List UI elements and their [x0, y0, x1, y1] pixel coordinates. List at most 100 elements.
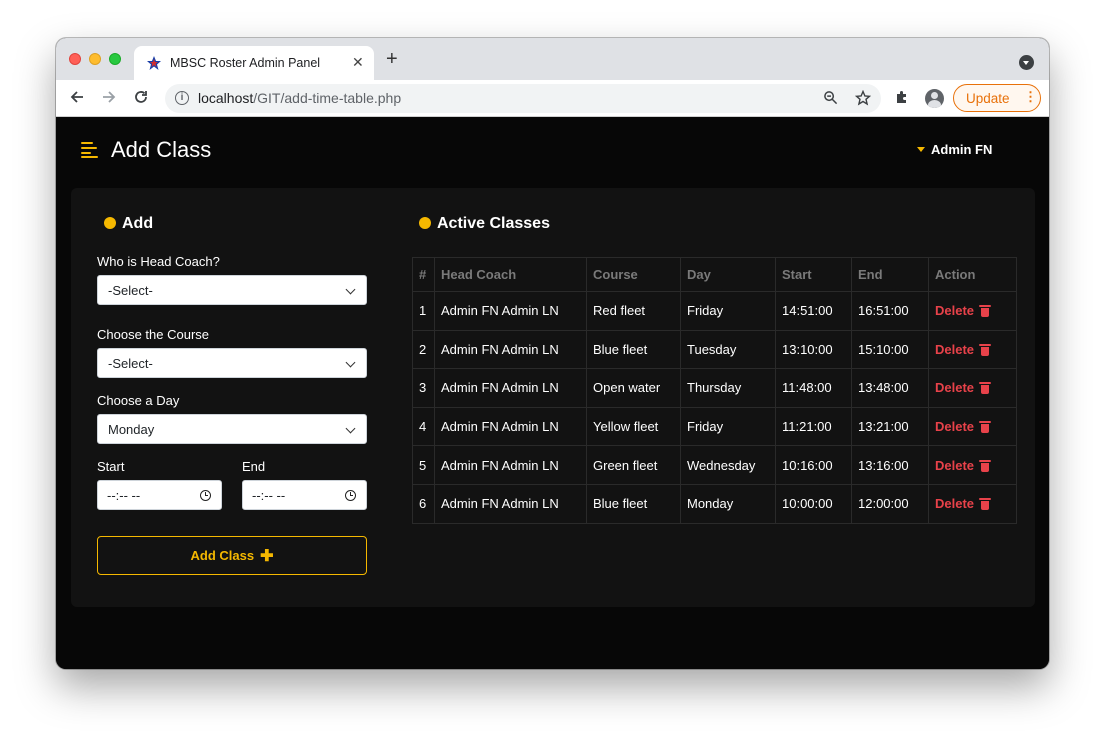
active-classes-label: Active Classes: [437, 215, 550, 232]
close-window-button[interactable]: [69, 53, 81, 65]
row-num: 4: [412, 406, 435, 447]
delete-label: Delete: [935, 341, 975, 357]
delete-label: Delete: [935, 457, 975, 473]
table-row: 4 Admin FN Admin LN Yellow fleet Friday …: [412, 406, 1017, 447]
tab-active[interactable]: MBSC Roster Admin Panel ✕: [134, 46, 374, 80]
chevron-down-icon: [345, 284, 356, 295]
bullet-dot-icon: [419, 217, 431, 229]
zoom-icon[interactable]: [823, 90, 838, 108]
table-row: 1 Admin FN Admin LN Red fleet Friday 14:…: [412, 291, 1017, 331]
delete-button[interactable]: Delete: [935, 457, 992, 473]
start-time-value: --:-- --: [107, 488, 141, 503]
minimize-window-button[interactable]: [89, 53, 101, 65]
maximize-window-button[interactable]: [109, 53, 121, 65]
row-start: 14:51:00: [775, 291, 852, 331]
row-start: 10:16:00: [775, 445, 852, 485]
tab-search-icon[interactable]: [1019, 55, 1034, 70]
row-action: Delete: [928, 329, 1017, 370]
caret-down-icon: [917, 147, 925, 152]
end-time-value: --:-- --: [252, 488, 286, 503]
address-url[interactable]: localhost/GIT/add-time-table.php: [198, 90, 401, 106]
row-day: Friday: [680, 406, 776, 447]
column-header-end: End: [851, 257, 929, 292]
delete-button[interactable]: Delete: [935, 419, 992, 434]
table-row: 6 Admin FN Admin LN Blue fleet Monday 10…: [412, 483, 1017, 524]
clock-icon[interactable]: [200, 490, 211, 501]
row-action: Delete: [928, 291, 1017, 331]
delete-button[interactable]: Delete: [935, 496, 992, 511]
row-num: 1: [412, 291, 435, 331]
end-time-input[interactable]: --:-- --: [242, 480, 367, 510]
column-header-coach: Head Coach: [434, 257, 587, 292]
row-course: Blue fleet: [586, 483, 681, 524]
row-coach: Admin FN Admin LN: [434, 445, 587, 485]
bullet-dot-icon: [104, 217, 116, 229]
user-menu[interactable]: Admin FN: [917, 142, 992, 157]
row-day: Wednesday: [680, 445, 776, 485]
start-time-input[interactable]: --:-- --: [97, 480, 222, 510]
row-day: Friday: [680, 291, 776, 331]
delete-button[interactable]: Delete: [935, 380, 992, 395]
clock-icon[interactable]: [345, 490, 356, 501]
row-action: Delete: [928, 483, 1017, 524]
row-course: Red fleet: [586, 291, 681, 331]
course-select[interactable]: -Select-: [97, 348, 367, 378]
row-start: 11:21:00: [775, 406, 852, 447]
row-num: 6: [412, 483, 435, 524]
row-action: Delete: [928, 368, 1017, 408]
row-course: Open water: [586, 368, 681, 408]
end-label: End: [242, 459, 266, 474]
trash-icon: [979, 382, 992, 395]
start-label: Start: [97, 459, 125, 474]
coach-select[interactable]: -Select-: [97, 275, 367, 305]
row-coach: Admin FN Admin LN: [434, 483, 587, 524]
trash-icon: [979, 343, 992, 356]
star-logo-icon: [147, 56, 161, 70]
app-content: Add Class Admin FN Add Who is Head Coach…: [56, 117, 1049, 669]
row-num: 3: [412, 368, 435, 408]
browser-toolbar: i localhost/GIT/add-time-table.php Updat…: [56, 80, 1049, 117]
table-row: 2 Admin FN Admin LN Blue fleet Tuesday 1…: [412, 329, 1017, 370]
chevron-down-icon: [345, 357, 356, 368]
row-action: Delete: [928, 406, 1017, 447]
back-arrow-icon[interactable]: [69, 89, 85, 108]
menu-toggle-icon[interactable]: [81, 142, 99, 158]
chevron-down-icon: [345, 423, 356, 434]
tab-bar: MBSC Roster Admin Panel ✕ +: [56, 38, 1049, 80]
trash-icon: [979, 421, 992, 434]
add-class-label: Add Class: [190, 548, 255, 563]
row-num: 2: [412, 329, 435, 370]
update-button[interactable]: Update ⋮: [953, 84, 1041, 112]
row-action: Delete: [928, 445, 1017, 485]
reload-icon[interactable]: [133, 89, 149, 108]
more-menu-icon[interactable]: ⋮: [1024, 89, 1037, 105]
extensions-puzzle-icon[interactable]: [894, 89, 910, 110]
course-label: Choose the Course: [97, 327, 210, 342]
delete-button[interactable]: Delete: [935, 303, 992, 318]
forward-arrow-icon[interactable]: [101, 89, 117, 108]
column-header-start: Start: [775, 257, 852, 292]
plus-icon: ✚: [260, 548, 274, 565]
row-day: Thursday: [680, 368, 776, 408]
row-coach: Admin FN Admin LN: [434, 291, 587, 331]
user-name: Admin FN: [931, 142, 993, 157]
day-label: Choose a Day: [97, 393, 180, 408]
add-section-title: Add: [104, 215, 153, 233]
new-tab-button[interactable]: +: [386, 49, 398, 69]
delete-button[interactable]: Delete: [935, 341, 992, 357]
info-icon[interactable]: i: [175, 91, 189, 105]
row-num: 5: [412, 445, 435, 485]
row-start: 10:00:00: [775, 483, 852, 524]
profile-avatar-icon[interactable]: [925, 89, 944, 108]
table-row: 3 Admin FN Admin LN Open water Thursday …: [412, 368, 1017, 408]
coach-select-value: -Select-: [108, 283, 153, 298]
address-bar[interactable]: i localhost/GIT/add-time-table.php: [165, 84, 881, 113]
row-day: Monday: [680, 483, 776, 524]
tab-close-icon[interactable]: ✕: [352, 54, 364, 71]
row-coach: Admin FN Admin LN: [434, 329, 587, 370]
day-select[interactable]: Monday: [97, 414, 367, 444]
row-end: 16:51:00: [851, 291, 929, 331]
active-classes-title: Active Classes: [419, 215, 550, 233]
bookmark-star-icon[interactable]: [854, 89, 872, 109]
add-class-button[interactable]: Add Class ✚: [97, 536, 367, 575]
